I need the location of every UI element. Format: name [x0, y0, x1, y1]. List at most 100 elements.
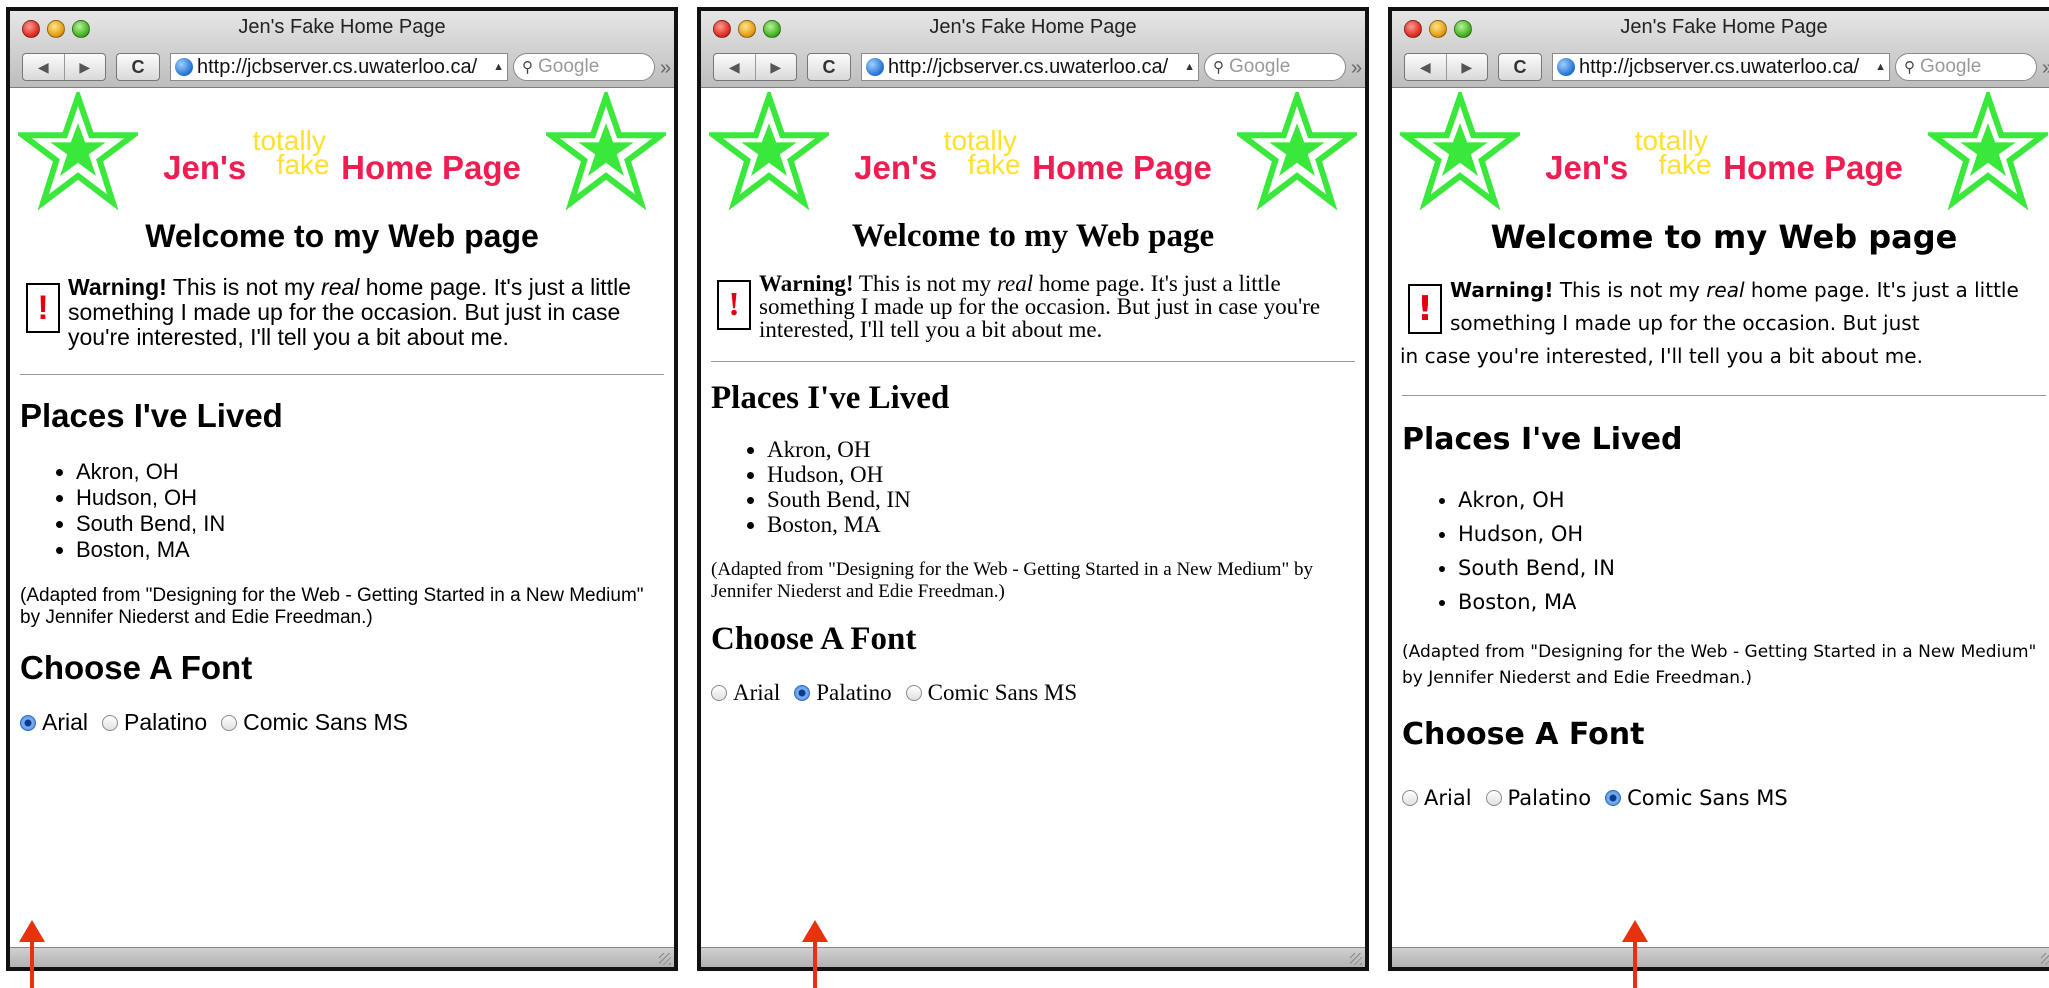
radio-label[interactable]: Arial: [1424, 786, 1472, 810]
radio-palatino[interactable]: [102, 714, 119, 731]
list-item: Hudson, OH: [767, 462, 1355, 487]
browser-toolbar: Jen's Fake Home Page ◀ ▶ C http://jcbser…: [701, 11, 1365, 88]
page-content: Jen's totally fake Home Page Welcome to m…: [10, 88, 674, 948]
radio-label[interactable]: Palatino: [124, 709, 207, 736]
address-bar[interactable]: http://jcbserver.cs.uwaterloo.ca/ ▲: [170, 53, 508, 81]
warning-icon: !: [26, 283, 60, 333]
list-item: Akron, OH: [767, 437, 1355, 462]
banner-fake: fake: [967, 149, 1021, 180]
warning-emphasis: real: [1706, 278, 1745, 302]
reload-button[interactable]: C: [807, 53, 851, 81]
back-button[interactable]: ◀: [23, 54, 64, 80]
radio-label[interactable]: Comic Sans MS: [928, 680, 1078, 706]
radio-arial[interactable]: [711, 685, 727, 701]
search-field[interactable]: ⚲ Google: [513, 53, 655, 81]
warning-label: Warning!: [1450, 278, 1554, 302]
banner-jens: Jen's: [163, 149, 247, 186]
url-dropdown-icon[interactable]: ▲: [1184, 61, 1195, 73]
url-text: http://jcbserver.cs.uwaterloo.ca/: [197, 55, 478, 78]
forward-button[interactable]: ▶: [63, 54, 106, 80]
font-radio-group: Arial Palatino Comic Sans MS: [711, 680, 1355, 706]
status-bar: [1392, 947, 2049, 967]
search-icon: ⚲: [522, 59, 533, 76]
browser-window-arial: Jen's Fake Home Page ◀ ▶ C http://jcbser…: [6, 7, 678, 971]
list-item: Boston, MA: [1458, 585, 2046, 619]
radio-arial[interactable]: [1402, 790, 1418, 806]
places-heading: Places I've Lived: [20, 397, 283, 434]
page-body: Welcome to my Web page ! Warning! This i…: [10, 218, 674, 736]
list-item: Boston, MA: [767, 512, 1355, 537]
list-item: South Bend, IN: [76, 511, 664, 537]
choose-font-heading: Choose A Font: [711, 621, 917, 657]
toolbar-overflow-button[interactable]: »: [1351, 57, 1362, 80]
radio-label[interactable]: Palatino: [1508, 786, 1592, 810]
search-field[interactable]: ⚲ Google: [1895, 53, 2037, 81]
reload-button[interactable]: C: [116, 53, 160, 81]
warning-block: ! Warning! This is not my real home page…: [1400, 274, 2046, 373]
resize-grip-icon[interactable]: [2041, 953, 2049, 965]
annotation-arrow-icon: [19, 920, 45, 988]
welcome-heading: Welcome to my Web page: [851, 218, 1215, 254]
choose-font-heading: Choose A Font: [20, 649, 253, 686]
divider: [20, 374, 664, 375]
page-body: Welcome to my Web page ! Warning! This i…: [1392, 218, 2049, 810]
forward-button[interactable]: ▶: [1445, 54, 1488, 80]
address-bar[interactable]: http://jcbserver.cs.uwaterloo.ca/ ▲: [1552, 53, 1890, 81]
resize-grip-icon[interactable]: [1350, 953, 1362, 965]
radio-arial[interactable]: [20, 714, 36, 731]
warning-text-part: in case you're interested, I'll tell you…: [1400, 344, 1923, 368]
address-bar[interactable]: http://jcbserver.cs.uwaterloo.ca/ ▲: [861, 53, 1199, 81]
search-placeholder: Google: [1920, 56, 1982, 77]
list-item: South Bend, IN: [767, 487, 1355, 512]
search-field[interactable]: ⚲ Google: [1204, 53, 1346, 81]
toolbar-overflow-button[interactable]: »: [2042, 57, 2049, 80]
warning-text: Warning! This is not my real home page. …: [759, 272, 1355, 341]
radio-palatino[interactable]: [794, 685, 811, 701]
radio-comic-sans[interactable]: [221, 714, 238, 731]
banner-home-page: Home Page: [341, 149, 521, 186]
browser-toolbar: Jen's Fake Home Page ◀ ▶ C http://jcbser…: [1392, 11, 2049, 88]
radio-label[interactable]: Arial: [733, 680, 780, 706]
warning-icon: !: [1408, 284, 1442, 334]
page-banner: Jen's totally fake Home Page: [10, 88, 674, 218]
back-button[interactable]: ◀: [714, 54, 755, 80]
url-dropdown-icon[interactable]: ▲: [1875, 61, 1886, 73]
radio-comic-sans[interactable]: [905, 685, 922, 701]
browser-toolbar: Jen's Fake Home Page ◀ ▶ C http://jcbser…: [10, 11, 674, 88]
toolbar-overflow-button[interactable]: »: [660, 57, 671, 80]
url-dropdown-icon[interactable]: ▲: [493, 61, 504, 73]
list-item: Hudson, OH: [76, 485, 664, 511]
banner-totally-fake: totally fake: [251, 127, 337, 183]
banner-fake: fake: [1658, 149, 1712, 180]
places-heading: Places I've Lived: [1402, 422, 1683, 457]
window-title: Jen's Fake Home Page: [929, 16, 1137, 38]
list-item: Boston, MA: [76, 537, 664, 563]
globe-icon: [1557, 58, 1575, 76]
banner-fake: fake: [276, 149, 330, 180]
page-content: Jen's totally fake Home Page Welcome to m…: [701, 88, 1365, 948]
reload-button[interactable]: C: [1498, 53, 1542, 81]
warning-emphasis: real: [996, 271, 1034, 296]
forward-button[interactable]: ▶: [754, 54, 797, 80]
status-bar: [701, 947, 1365, 967]
radio-palatino[interactable]: [1485, 790, 1502, 806]
page-banner: Jen's totally fake Home Page: [1392, 88, 2049, 218]
radio-label[interactable]: Comic Sans MS: [1627, 786, 1788, 810]
radio-label[interactable]: Arial: [42, 709, 88, 736]
page-body: Welcome to my Web page ! Warning! This i…: [701, 218, 1365, 706]
radio-label[interactable]: Palatino: [816, 680, 891, 706]
back-button[interactable]: ◀: [1405, 54, 1446, 80]
font-radio-group: Arial Palatino Comic Sans MS: [1402, 786, 2046, 810]
credit-text: (Adapted from "Designing for the Web - G…: [1402, 642, 2037, 688]
status-bar: [10, 947, 674, 967]
search-icon: ⚲: [1213, 59, 1224, 76]
radio-label[interactable]: Comic Sans MS: [243, 709, 408, 736]
reload-icon: C: [131, 56, 145, 77]
globe-icon: [175, 58, 193, 76]
places-list: Akron, OH Hudson, OH South Bend, IN Bost…: [1402, 483, 2046, 619]
resize-grip-icon[interactable]: [659, 953, 671, 965]
credit-text: (Adapted from "Designing for the Web - G…: [20, 585, 644, 628]
banner-home-page: Home Page: [1032, 149, 1212, 186]
url-text: http://jcbserver.cs.uwaterloo.ca/: [1579, 55, 1860, 78]
radio-comic-sans[interactable]: [1605, 790, 1622, 806]
